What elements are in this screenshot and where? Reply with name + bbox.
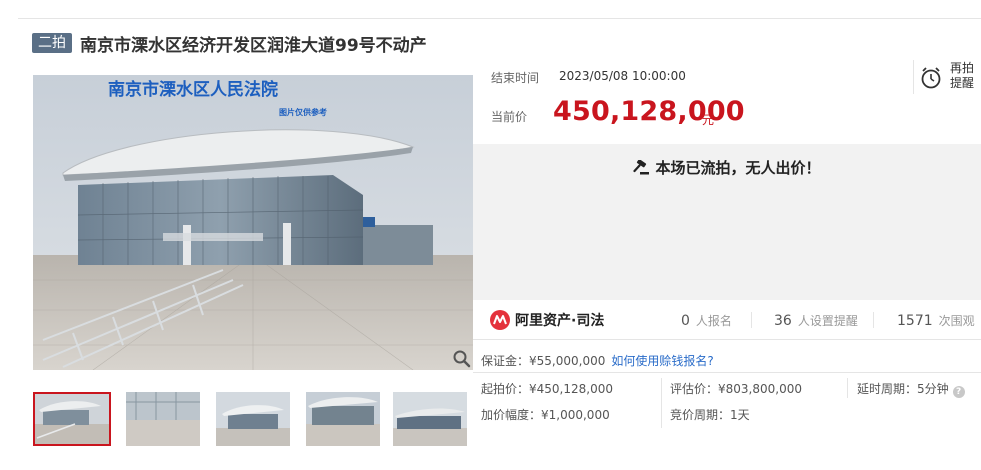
bidding-cycle: 竞价周期：1天 xyxy=(670,408,750,422)
thumbnail-4[interactable] xyxy=(306,392,384,446)
thumbnail-strip xyxy=(33,392,473,448)
start-price: 起拍价：¥450,128,000 xyxy=(481,382,613,396)
image-court-sign: 南京市溧水区人民法院 xyxy=(108,79,278,100)
auction-status-panel: 本场已流拍，无人出价！ xyxy=(473,144,981,300)
signup-count: 0 xyxy=(681,313,690,329)
reminder-count: 36 xyxy=(774,313,792,329)
thumbnail-3[interactable] xyxy=(216,392,294,446)
reminder-unit: 人设置提醒 xyxy=(797,314,858,328)
stats-bar: 阿里资产·司法 0 人报名 36 人设置提醒 1571 次围观 xyxy=(473,300,981,340)
current-price-label: 当前价 xyxy=(491,110,528,124)
signup-stat: 0 人报名 xyxy=(681,312,732,329)
extension-period-text: 延时周期：5分钟 xyxy=(857,382,949,396)
divider xyxy=(847,378,848,398)
bid-increment: 加价幅度：¥1,000,000 xyxy=(481,408,610,422)
image-reference-note: 图片仅供参考 xyxy=(279,107,327,117)
current-price-value: 450,128,000 xyxy=(553,96,745,127)
alarm-clock-icon xyxy=(920,66,942,94)
deposit-help-link[interactable]: 如何使用赊钱报名? xyxy=(611,354,713,368)
thumbnail-2[interactable] xyxy=(126,392,204,446)
auction-status-text: 本场已流拍，无人出价！ xyxy=(655,159,821,177)
views-stat: 1571 次围观 xyxy=(897,312,975,329)
reauction-remind-button[interactable]: 再拍 提醒 xyxy=(913,60,981,94)
auction-summary: 结束时间 2023/05/08 10:00:00 当前价 450,128,000… xyxy=(473,60,981,144)
remind-label-line1: 再拍 xyxy=(950,61,975,75)
views-count: 1571 xyxy=(897,313,933,329)
title-bar: 二拍 南京市溧水区经济开发区润淮大道99号不动产 xyxy=(18,18,981,66)
extension-period: 延时周期：5分钟? xyxy=(857,380,965,398)
help-icon[interactable]: ? xyxy=(952,386,965,398)
brand-name: 阿里资产·司法 xyxy=(515,313,605,329)
views-unit: 次围观 xyxy=(938,314,975,328)
appraisal-price: 评估价：¥803,800,000 xyxy=(670,382,802,396)
currency-unit: 元 xyxy=(702,113,715,127)
end-time-value: 2023/05/08 10:00:00 xyxy=(559,69,686,83)
round-badge: 二拍 xyxy=(32,33,72,53)
deposit-value: 保证金：¥55,000,000 xyxy=(481,354,606,368)
signup-unit: 人报名 xyxy=(695,314,732,328)
divider xyxy=(661,378,662,428)
divider xyxy=(751,312,752,328)
reminder-stat: 36 人设置提醒 xyxy=(774,312,858,329)
main-property-image[interactable]: 南京市溧水区人民法院 图片仅供参考 xyxy=(33,75,473,370)
remind-label-line2: 提醒 xyxy=(950,76,975,90)
magnifier-icon[interactable] xyxy=(452,349,472,369)
divider xyxy=(873,312,874,328)
deposit-row: 保证金：¥55,000,000 如何使用赊钱报名? xyxy=(481,352,714,369)
thumbnail-5[interactable] xyxy=(393,392,471,446)
ali-assets-logo-icon xyxy=(489,309,511,335)
page-title: 南京市溧水区经济开发区润淮大道99号不动产 xyxy=(80,36,427,56)
end-time-label: 结束时间 xyxy=(491,71,540,85)
thumbnail-1[interactable] xyxy=(33,392,111,446)
divider xyxy=(473,372,981,373)
gavel-icon xyxy=(633,159,650,179)
